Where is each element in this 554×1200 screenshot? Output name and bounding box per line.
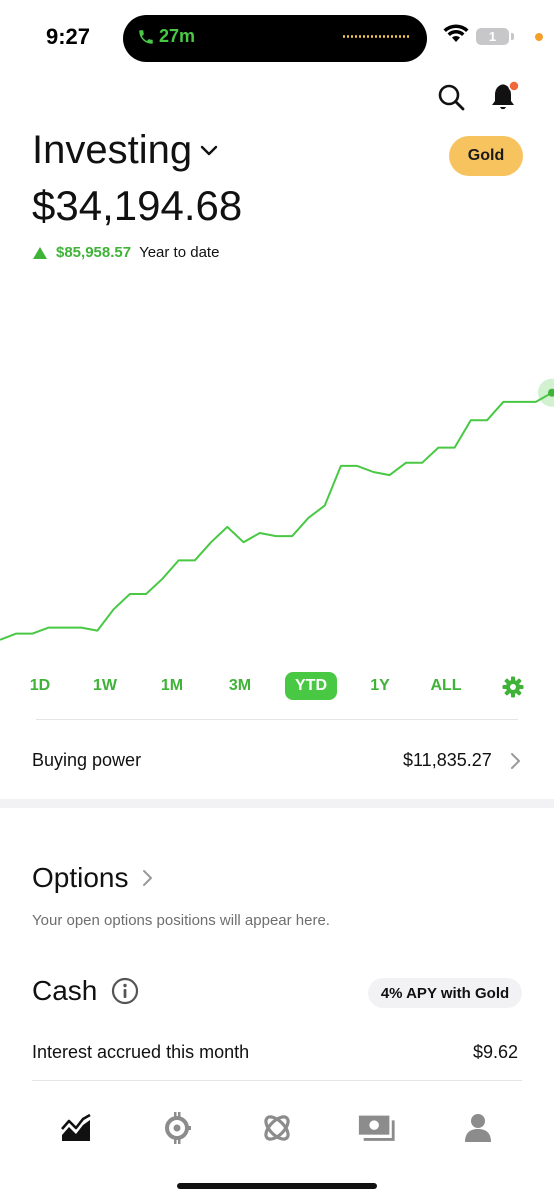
range-selector: 1D 1W 1M 3M YTD 1Y ALL [0,672,554,702]
gain-period: Year to date [139,244,220,261]
browse-icon [264,1115,290,1141]
dynamic-island[interactable]: 27m [123,15,427,62]
battery-icon: 1 [476,28,509,45]
buying-power-label[interactable]: Buying power [32,750,141,771]
call-indicator: 27m [137,26,195,47]
divider [36,719,518,720]
chevron-right-icon[interactable] [509,752,521,770]
nav-investing[interactable] [56,1108,96,1148]
battery-cap [511,33,514,40]
nav-cash[interactable] [357,1108,397,1148]
range-tab-3m[interactable]: 3M [219,672,261,700]
range-tab-1d[interactable]: 1D [20,672,60,700]
interest-label: Interest accrued this month [32,1042,250,1062]
bell-icon[interactable] [488,80,522,114]
phone-icon [139,29,153,44]
range-tab-1y[interactable]: 1Y [360,672,400,700]
audio-waveform-icon [343,35,409,38]
portfolio-value: $34,194.68 [32,182,243,229]
portfolio-gain: $85,958.57 Year to date [32,244,219,261]
buying-power-value[interactable]: $11,835.27 [403,750,492,771]
info-icon[interactable] [111,977,139,1005]
account-icon [465,1114,491,1142]
apy-badge[interactable]: 4% APY with Gold [368,978,522,1008]
chevron-right-icon [142,870,152,886]
chevron-down-icon [200,145,218,155]
account-selector[interactable]: Investing [32,128,218,173]
range-tab-ytd[interactable]: YTD [285,672,337,700]
options-subtitle: Your open options positions will appear … [32,912,330,929]
crypto-icon [165,1112,191,1144]
search-icon[interactable] [436,82,466,112]
wifi-icon [443,24,469,42]
home-indicator [177,1183,377,1189]
status-time: 9:27 [46,24,91,49]
page-title: Investing [32,128,193,172]
gold-button[interactable]: Gold [449,136,523,176]
interest-value: $9.62 [473,1042,519,1062]
nav-account[interactable] [458,1108,498,1148]
range-tab-all[interactable]: ALL [420,672,471,700]
cash-header: Cash [32,975,139,1007]
options-title: Options [32,862,129,893]
chart-icon [61,1113,91,1141]
range-tab-1m[interactable]: 1M [151,672,193,700]
chart-series-line [0,391,553,641]
cash-icon [358,1115,395,1141]
options-header[interactable]: Options [32,862,153,894]
range-tab-1w[interactable]: 1W [83,672,127,700]
call-duration: 27m [159,26,196,46]
divider [32,1080,522,1081]
gear-icon[interactable] [502,676,524,698]
section-separator [0,799,554,808]
privacy-indicator [535,33,543,41]
gain-amount: $85,958.57 [56,244,132,261]
battery-level: 1 [488,29,497,44]
nav-browse[interactable] [257,1108,297,1148]
nav-crypto[interactable] [157,1108,197,1148]
cash-title: Cash [32,975,98,1006]
triangle-up-icon [33,246,47,259]
portfolio-chart[interactable] [0,330,554,660]
